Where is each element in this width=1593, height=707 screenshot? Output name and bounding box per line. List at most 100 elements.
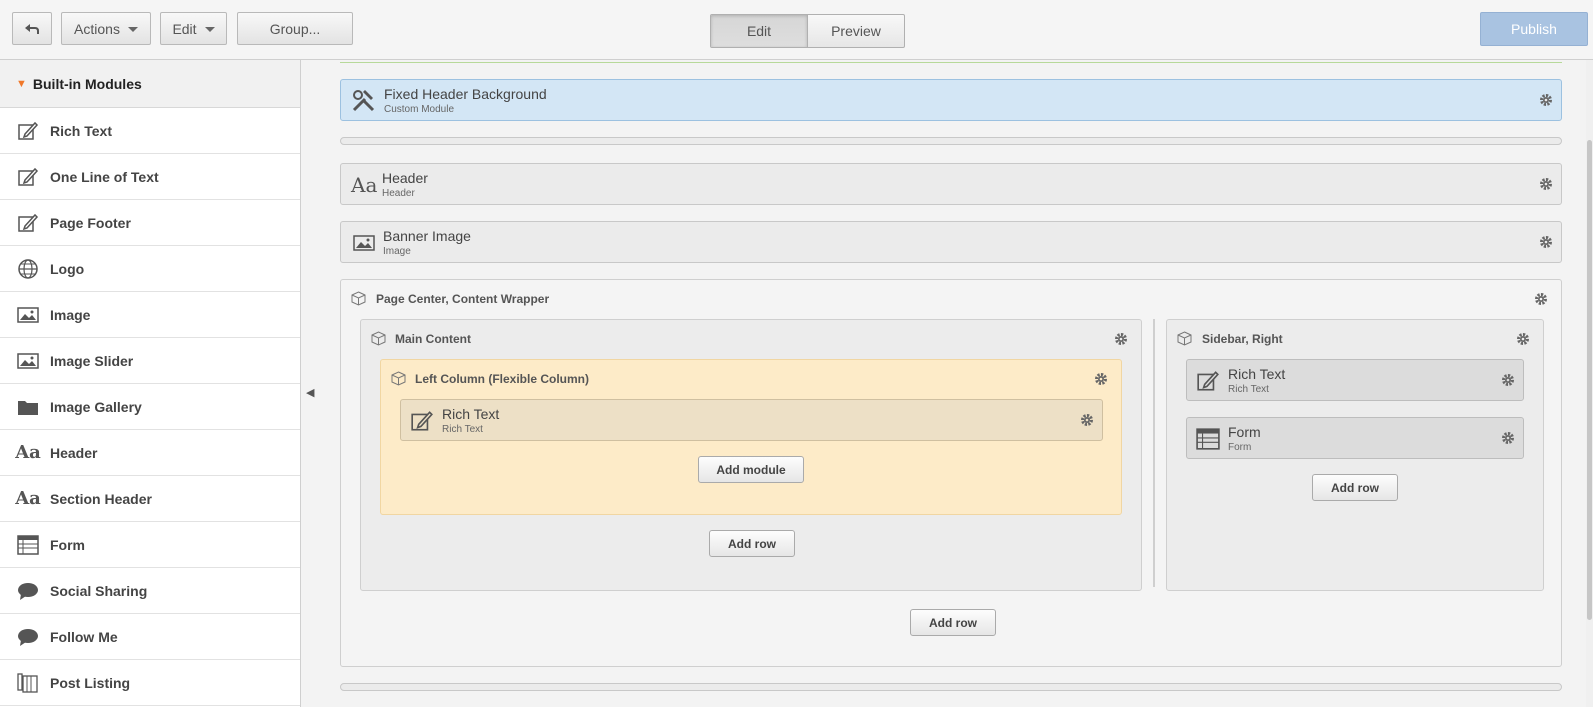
edit-mode-tab[interactable]: Edit — [711, 15, 808, 47]
sidebar-item-label: One Line of Text — [50, 168, 159, 185]
speech-bubble-icon — [16, 625, 40, 649]
sidebar-section-header[interactable]: ▼ Built-in Modules — [0, 60, 300, 108]
gear-icon[interactable] — [1534, 292, 1548, 306]
mode-toggle: Edit Preview — [710, 14, 905, 48]
module-form[interactable]: Form Form — [1186, 417, 1524, 459]
sidebar-item-social-sharing[interactable]: Social Sharing — [0, 568, 300, 614]
column-divider — [1153, 319, 1155, 587]
sidebar-item-image-slider[interactable]: Image Slider — [0, 338, 300, 384]
cube-icon — [1177, 331, 1192, 346]
module-subtitle: Header — [382, 188, 415, 199]
sidebar-item-label: Post Listing — [50, 674, 131, 691]
cube-icon — [351, 291, 366, 306]
edit-dropdown[interactable]: Edit — [160, 12, 227, 45]
sidebar-item-label: Image Gallery — [50, 398, 142, 415]
sidebar-item-header[interactable]: Aa Header — [0, 430, 300, 476]
sidebar-item-logo[interactable]: Logo — [0, 246, 300, 292]
sidebar-item-form[interactable]: Form — [0, 522, 300, 568]
gear-icon[interactable] — [1501, 373, 1515, 387]
actions-label: Actions — [74, 20, 120, 37]
back-button[interactable] — [12, 12, 52, 45]
gear-icon[interactable] — [1539, 235, 1553, 249]
form-icon — [16, 533, 40, 557]
group-button[interactable]: Group... — [237, 12, 353, 45]
chevron-down-icon — [127, 27, 138, 32]
chevron-down-icon — [204, 27, 215, 32]
collapse-sidebar-icon[interactable]: ◀ — [306, 386, 314, 399]
module-title: Header — [382, 170, 428, 186]
module-rich-text[interactable]: Rich Text Rich Text — [400, 399, 1103, 441]
gear-icon[interactable] — [1539, 93, 1553, 107]
toolbar: Actions Edit Group... Edit Preview Publi… — [0, 0, 1593, 60]
group-label: Group... — [269, 20, 321, 37]
text-aa-icon: Aa — [351, 173, 378, 197]
sidebar-item-label: Social Sharing — [50, 582, 148, 599]
module-banner-image[interactable]: Banner Image Image — [340, 221, 1562, 263]
publish-button[interactable]: Publish — [1480, 12, 1588, 46]
module-subtitle: Rich Text — [1228, 384, 1269, 395]
gear-icon[interactable] — [1501, 431, 1515, 445]
container-page-center[interactable]: Page Center, Content Wrapper Main Conten… — [340, 279, 1562, 667]
sidebar-item-label: Follow Me — [50, 628, 118, 645]
back-arrow-icon — [25, 23, 39, 34]
sidebar-item-one-line-of-text[interactable]: One Line of Text — [0, 154, 300, 200]
post-listing-icon — [16, 671, 40, 695]
container-title: Left Column (Flexible Column) — [415, 372, 589, 386]
sidebar-item-image[interactable]: Image — [0, 292, 300, 338]
triangle-down-icon: ▼ — [16, 77, 27, 90]
module-title: Form — [1228, 424, 1261, 440]
sidebar-item-label: Form — [50, 536, 85, 553]
sidebar-item-label: Rich Text — [50, 122, 112, 139]
sidebar-item-label: Page Footer — [50, 214, 131, 231]
preview-mode-tab[interactable]: Preview — [808, 15, 904, 47]
sidebar-item-page-footer[interactable]: Page Footer — [0, 200, 300, 246]
cube-icon — [391, 371, 406, 386]
module-title: Rich Text — [442, 406, 500, 422]
top-drop-indicator — [340, 60, 1562, 63]
module-rich-text[interactable]: Rich Text Rich Text — [1186, 359, 1524, 401]
sidebar-item-image-gallery[interactable]: Image Gallery — [0, 384, 300, 430]
gear-icon[interactable] — [1516, 332, 1530, 346]
edit-icon — [411, 411, 433, 431]
sidebar-item-label: Image Slider — [50, 352, 134, 369]
module-title: Banner Image — [383, 228, 471, 244]
gear-icon[interactable] — [1539, 177, 1553, 191]
edit-icon — [16, 119, 40, 143]
scrollbar-thumb[interactable] — [1587, 140, 1592, 620]
module-fixed-header-background[interactable]: Fixed Header Background Custom Module — [340, 79, 1562, 121]
container-title: Sidebar, Right — [1202, 332, 1283, 346]
sidebar-item-post-listing[interactable]: Post Listing — [0, 660, 300, 706]
actions-dropdown[interactable]: Actions — [61, 12, 151, 45]
folder-icon — [16, 395, 40, 419]
module-subtitle: Form — [1228, 442, 1252, 453]
add-module-button[interactable]: Add module — [698, 456, 804, 483]
sidebar-item-label: Logo — [50, 260, 85, 277]
gear-icon[interactable] — [1094, 372, 1108, 386]
container-main-content[interactable]: Main Content Left Column (Flexible Colum… — [360, 319, 1142, 591]
sidebar-item-label: Header — [50, 444, 98, 461]
module-subtitle: Rich Text — [442, 424, 483, 435]
gear-icon[interactable] — [1080, 413, 1094, 427]
sidebar-item-follow-me[interactable]: Follow Me — [0, 614, 300, 660]
module-sidebar: ▼ Built-in Modules Rich Text One Line of… — [0, 60, 301, 707]
container-left-column[interactable]: Left Column (Flexible Column) Rich Text … — [380, 359, 1122, 515]
sidebar-item-section-header[interactable]: Aa Section Header — [0, 476, 300, 522]
form-icon — [1196, 428, 1220, 450]
image-icon — [16, 349, 40, 373]
module-title: Rich Text — [1228, 366, 1286, 382]
text-aa-icon: Aa — [15, 442, 41, 463]
empty-row — [340, 137, 1562, 145]
image-icon — [16, 303, 40, 327]
edit-icon — [16, 165, 40, 189]
sidebar-item-rich-text[interactable]: Rich Text — [0, 108, 300, 154]
edit-icon — [16, 211, 40, 235]
add-row-button[interactable]: Add row — [1312, 474, 1398, 501]
container-sidebar-right[interactable]: Sidebar, Right Rich Text Rich Text Form … — [1166, 319, 1544, 591]
add-row-button[interactable]: Add row — [709, 530, 795, 557]
module-header[interactable]: Aa Header Header — [340, 163, 1562, 205]
sidebar-item-label: Section Header — [50, 490, 152, 507]
add-row-button[interactable]: Add row — [910, 609, 996, 636]
edit-label: Edit — [172, 20, 197, 37]
text-aa-icon: Aa — [15, 488, 41, 509]
gear-icon[interactable] — [1114, 332, 1128, 346]
